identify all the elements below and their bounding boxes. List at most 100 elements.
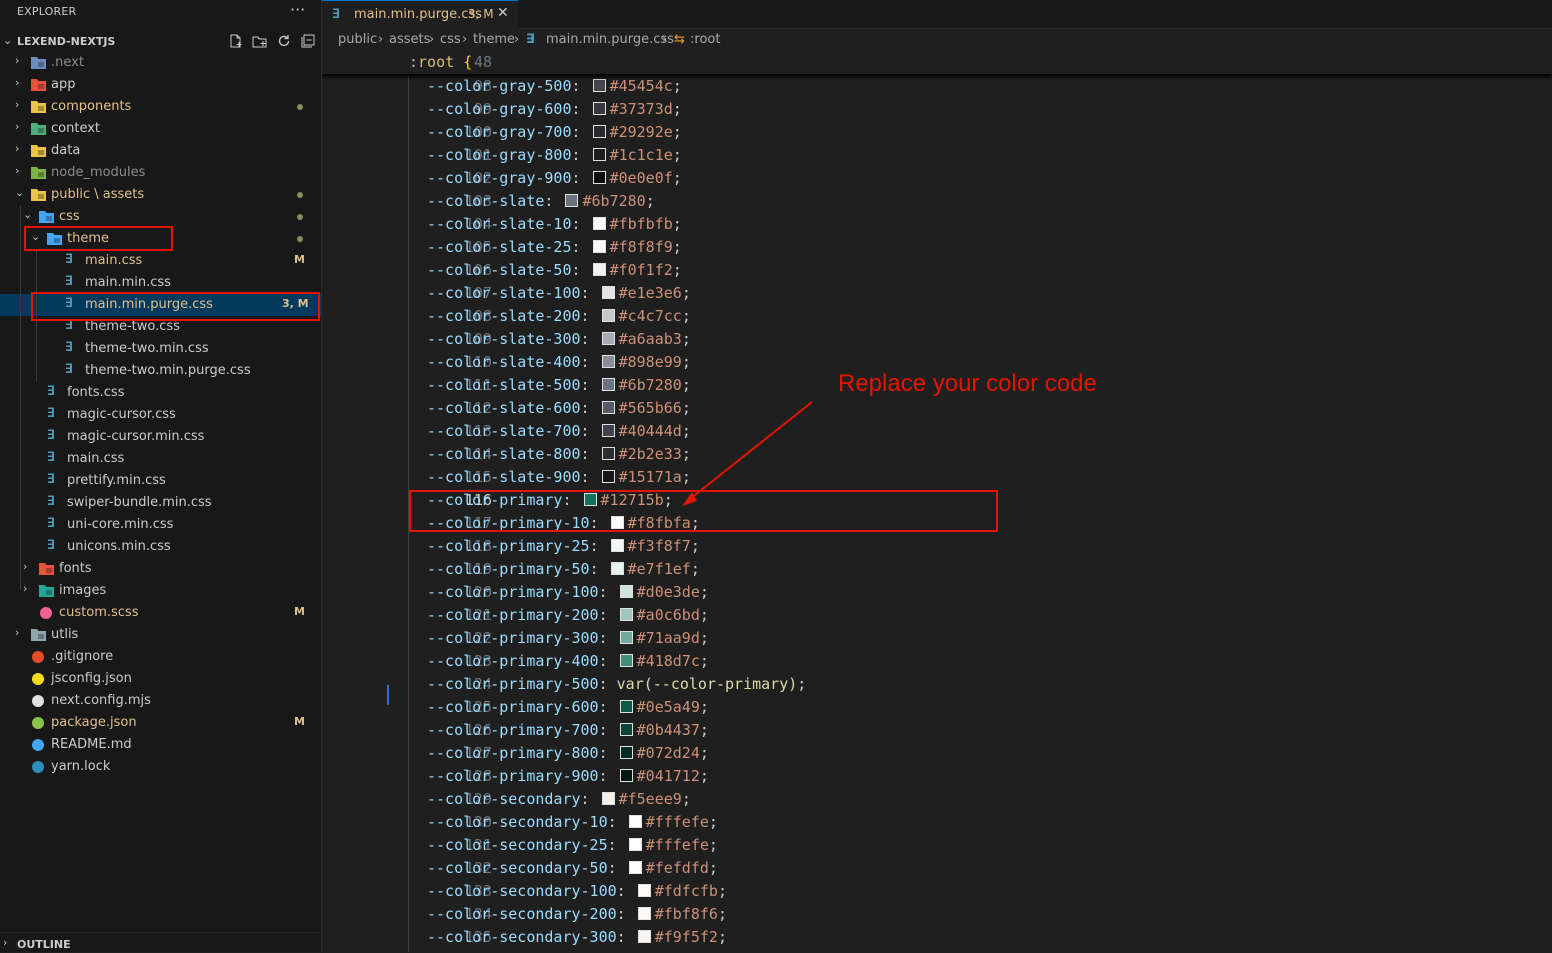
color-swatch[interactable] bbox=[610, 539, 624, 552]
new-file-icon[interactable] bbox=[228, 33, 244, 49]
tree-item[interactable]: ∃ unicons.min.css bbox=[0, 536, 321, 558]
breadcrumb-file[interactable]: main.min.purge.css bbox=[546, 32, 674, 47]
code-line[interactable]: 131 --color-secondary-25: #fffefe; bbox=[322, 834, 1552, 857]
tree-item[interactable]: › utlis bbox=[0, 624, 321, 646]
color-swatch[interactable] bbox=[637, 884, 651, 897]
color-swatch[interactable] bbox=[592, 125, 606, 138]
tree-item[interactable]: ∃ uni-core.min.css bbox=[0, 514, 321, 536]
code-editor[interactable]: 48 :root { 97--color-gray-400: #6a6a70;9… bbox=[322, 51, 1552, 952]
tree-item[interactable]: › images bbox=[0, 580, 321, 602]
color-swatch[interactable] bbox=[619, 723, 633, 736]
sticky-scroll-header[interactable]: 48 :root { bbox=[322, 51, 1552, 74]
color-swatch[interactable] bbox=[601, 447, 615, 460]
tree-item[interactable]: jsconfig.json bbox=[0, 668, 321, 690]
code-line[interactable]: 103 --color-slate: #6b7280; bbox=[322, 190, 1552, 213]
tree-item[interactable]: ∃ theme-two.min.css bbox=[0, 338, 321, 360]
tree-item[interactable]: custom.scss M bbox=[0, 602, 321, 624]
color-swatch[interactable] bbox=[637, 930, 651, 943]
code-line[interactable]: 126 --color-primary-700: #0b4437; bbox=[322, 719, 1552, 742]
color-swatch[interactable] bbox=[601, 378, 615, 391]
color-swatch[interactable] bbox=[592, 79, 606, 92]
tree-item[interactable]: ⌄ public \ assets bbox=[0, 184, 321, 206]
tree-item[interactable]: ∃ magic-cursor.css bbox=[0, 404, 321, 426]
color-swatch[interactable] bbox=[619, 700, 633, 713]
color-swatch[interactable] bbox=[619, 608, 633, 621]
breadcrumb-css[interactable]: css bbox=[440, 32, 461, 47]
code-line[interactable]: 113 --color-slate-700: #40444d; bbox=[322, 420, 1552, 443]
code-line[interactable]: 120 --color-primary-100: #d0e3de; bbox=[322, 581, 1552, 604]
code-line[interactable]: 134 --color-secondary-200: #fbf8f6; bbox=[322, 903, 1552, 926]
color-swatch[interactable] bbox=[628, 861, 642, 874]
code-line[interactable]: 127 --color-primary-800: #072d24; bbox=[322, 742, 1552, 765]
project-header[interactable]: ⌄ LEXEND-NEXTJS bbox=[0, 32, 321, 54]
code-line[interactable]: 133 --color-secondary-100: #fdfcfb; bbox=[322, 880, 1552, 903]
tree-item[interactable]: ∃ prettify.min.css bbox=[0, 470, 321, 492]
color-swatch[interactable] bbox=[565, 194, 579, 207]
tab-main-min-purge-css[interactable]: ∃ main.min.purge.css 3, M ✕ bbox=[322, 0, 518, 29]
tree-item[interactable]: › context bbox=[0, 118, 321, 140]
code-line[interactable]: 104 --color-slate-10: #fbfbfb; bbox=[322, 213, 1552, 236]
tree-item[interactable]: next.config.mjs bbox=[0, 690, 321, 712]
color-swatch[interactable] bbox=[610, 562, 624, 575]
tree-item[interactable]: ⌄ css bbox=[0, 206, 321, 228]
collapse-all-icon[interactable] bbox=[300, 33, 316, 49]
code-line[interactable]: 112 --color-slate-600: #565b66; bbox=[322, 397, 1552, 420]
color-swatch[interactable] bbox=[601, 286, 615, 299]
code-line[interactable]: 124 --color-primary-500: var(--color-prim… bbox=[322, 673, 1552, 696]
tree-item[interactable]: yarn.lock bbox=[0, 756, 321, 778]
color-swatch[interactable] bbox=[619, 769, 633, 782]
code-line[interactable]: 115 --color-slate-900: #15171a; bbox=[322, 466, 1552, 489]
tree-item[interactable]: › fonts bbox=[0, 558, 321, 580]
code-line[interactable]: 123 --color-primary-400: #418d7c; bbox=[322, 650, 1552, 673]
color-swatch[interactable] bbox=[637, 907, 651, 920]
color-swatch[interactable] bbox=[619, 585, 633, 598]
code-line[interactable]: 125 --color-primary-600: #0e5a49; bbox=[322, 696, 1552, 719]
color-swatch[interactable] bbox=[628, 838, 642, 851]
code-line[interactable]: 105 --color-slate-25: #f8f8f9; bbox=[322, 236, 1552, 259]
code-line[interactable]: 100 --color-gray-700: #29292e; bbox=[322, 121, 1552, 144]
code-line[interactable]: 106 --color-slate-50: #f0f1f2; bbox=[322, 259, 1552, 282]
code-line[interactable]: 121 --color-primary-200: #a0c6bd; bbox=[322, 604, 1552, 627]
color-swatch[interactable] bbox=[592, 148, 606, 161]
code-line[interactable]: 109 --color-slate-300: #a6aab3; bbox=[322, 328, 1552, 351]
code-line[interactable]: 128 --color-primary-900: #041712; bbox=[322, 765, 1552, 788]
color-swatch[interactable] bbox=[619, 654, 633, 667]
color-swatch[interactable] bbox=[592, 102, 606, 115]
color-swatch[interactable] bbox=[592, 171, 606, 184]
color-swatch[interactable] bbox=[592, 240, 606, 253]
code-line[interactable]: 114 --color-slate-800: #2b2e33; bbox=[322, 443, 1552, 466]
code-line[interactable]: 129 --color-secondary: #f5eee9; bbox=[322, 788, 1552, 811]
tree-item[interactable]: › components bbox=[0, 96, 321, 118]
more-actions-icon[interactable]: ··· bbox=[290, 0, 305, 19]
code-line[interactable]: 99 --color-gray-600: #37373d; bbox=[322, 98, 1552, 121]
code-line[interactable]: 122 --color-primary-300: #71aa9d; bbox=[322, 627, 1552, 650]
code-line[interactable]: 118 --color-primary-25: #f3f8f7; bbox=[322, 535, 1552, 558]
tree-item[interactable]: README.md bbox=[0, 734, 321, 756]
color-swatch[interactable] bbox=[601, 401, 615, 414]
new-folder-icon[interactable] bbox=[252, 33, 268, 49]
code-line[interactable]: 130 --color-secondary-10: #fffefe; bbox=[322, 811, 1552, 834]
breadcrumb-public[interactable]: public bbox=[338, 32, 377, 47]
tree-item[interactable]: ∃ swiper-bundle.min.css bbox=[0, 492, 321, 514]
color-swatch[interactable] bbox=[601, 792, 615, 805]
color-swatch[interactable] bbox=[619, 631, 633, 644]
code-line[interactable]: 119 --color-primary-50: #e7f1ef; bbox=[322, 558, 1552, 581]
breadcrumb-assets[interactable]: assets bbox=[389, 32, 430, 47]
tree-item[interactable]: package.json M bbox=[0, 712, 321, 734]
code-line[interactable]: 102 --color-gray-900: #0e0e0f; bbox=[322, 167, 1552, 190]
color-swatch[interactable] bbox=[601, 332, 615, 345]
breadcrumb-theme[interactable]: theme bbox=[473, 32, 515, 47]
tree-item[interactable]: ∃ main.css M bbox=[0, 250, 321, 272]
color-swatch[interactable] bbox=[592, 263, 606, 276]
tree-item[interactable]: ∃ main.min.css bbox=[0, 272, 321, 294]
tree-item[interactable]: ∃ fonts.css bbox=[0, 382, 321, 404]
color-swatch[interactable] bbox=[601, 355, 615, 368]
refresh-icon[interactable] bbox=[276, 33, 292, 49]
tree-item[interactable]: ∃ theme-two.min.purge.css bbox=[0, 360, 321, 382]
tree-item[interactable]: ∃ main.css bbox=[0, 448, 321, 470]
code-line[interactable]: 108 --color-slate-200: #c4c7cc; bbox=[322, 305, 1552, 328]
color-swatch[interactable] bbox=[601, 424, 615, 437]
color-swatch[interactable] bbox=[601, 470, 615, 483]
tree-item[interactable]: › app bbox=[0, 74, 321, 96]
code-line[interactable]: 135 --color-secondary-300: #f9f5f2; bbox=[322, 926, 1552, 949]
